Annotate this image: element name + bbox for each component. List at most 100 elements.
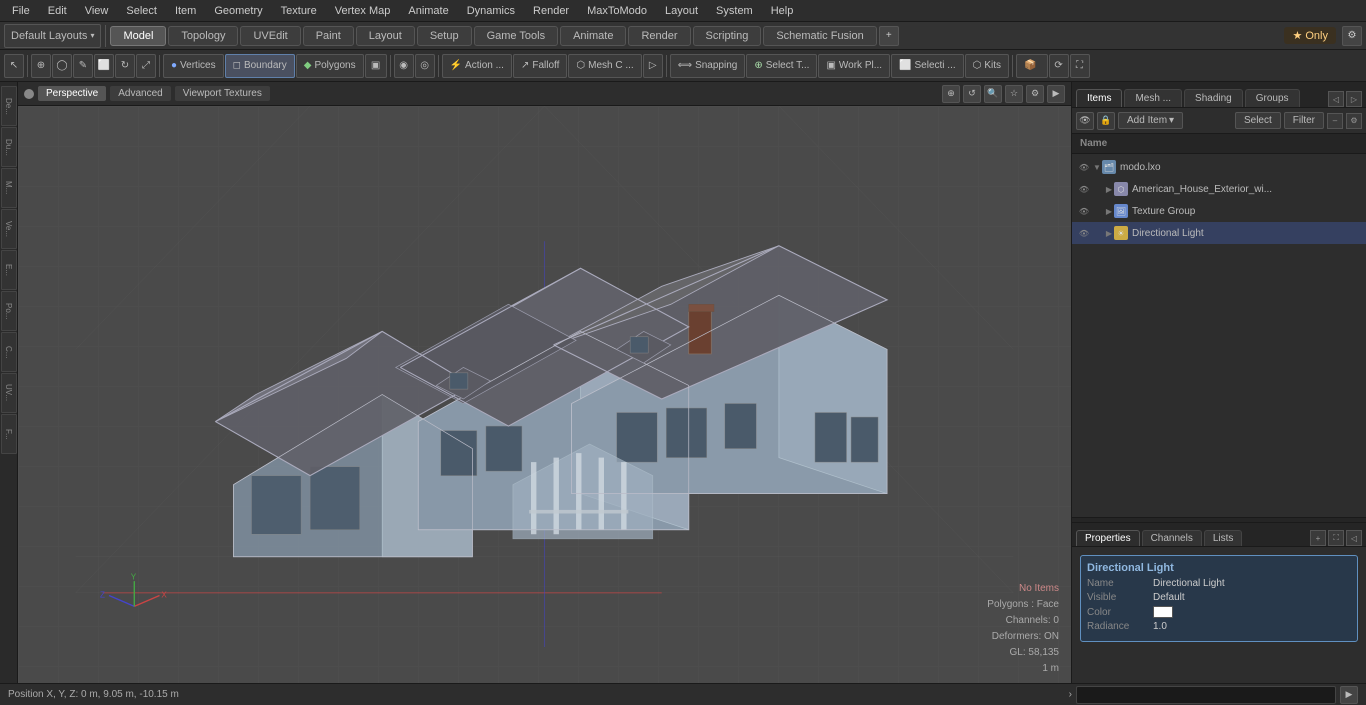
expand-icon[interactable]: ▶	[1104, 206, 1114, 216]
toolbar-settings-button[interactable]: ⚙	[1342, 26, 1362, 46]
tool-rotate[interactable]: ↻	[115, 54, 135, 78]
items-settings-button[interactable]: ⚙	[1346, 113, 1362, 129]
tool-world[interactable]: ⊕	[31, 54, 51, 78]
menu-render[interactable]: Render	[525, 3, 577, 19]
expand-icon[interactable]: ▼	[1092, 162, 1102, 172]
tool-select-arrow[interactable]: ↖	[4, 54, 24, 78]
items-lock-button[interactable]: 🔒	[1097, 112, 1115, 130]
tab-uvedit[interactable]: UVEdit	[240, 26, 300, 46]
tab-gametools[interactable]: Game Tools	[474, 26, 559, 46]
tool-fullscreen[interactable]: ⛶	[1070, 54, 1090, 78]
tool-pen[interactable]: ✎	[73, 54, 93, 78]
sidebar-item-du[interactable]: Du...	[1, 127, 17, 167]
eye-icon[interactable]: 👁	[1076, 225, 1092, 241]
viewport-tab-textures[interactable]: Viewport Textures	[175, 86, 270, 101]
expand-icon[interactable]: ▶	[1104, 228, 1114, 238]
prop-plus-button[interactable]: +	[1310, 530, 1326, 546]
menu-view[interactable]: View	[77, 3, 117, 19]
tool-circle[interactable]: ◯	[52, 54, 72, 78]
vp-settings-button[interactable]: ⚙	[1026, 85, 1044, 103]
viewport-3d[interactable]: X Z Y No Items Polygons : Face Channels:…	[18, 106, 1071, 683]
menu-file[interactable]: File	[4, 3, 38, 19]
viewport-tab-advanced[interactable]: Advanced	[110, 86, 170, 101]
tool-loop[interactable]: ◉	[394, 54, 414, 78]
tab-paint[interactable]: Paint	[303, 26, 354, 46]
tool-kits[interactable]: 📦	[1016, 54, 1047, 78]
items-eye-button[interactable]: 👁	[1076, 112, 1094, 130]
tool-workplane[interactable]: ⬜ Selecti ...	[891, 54, 964, 78]
sidebar-item-ve[interactable]: Ve...	[1, 209, 17, 249]
rpanel-expand-button[interactable]: ▷	[1346, 91, 1362, 107]
prop-collapse-button[interactable]: ◁	[1346, 530, 1362, 546]
items-minus-button[interactable]: –	[1327, 113, 1343, 129]
tab-schematicfusion[interactable]: Schematic Fusion	[763, 26, 876, 46]
tab-render[interactable]: Render	[628, 26, 690, 46]
prop-tab-channels[interactable]: Channels	[1142, 530, 1202, 546]
vp-refresh-button[interactable]: ↺	[963, 85, 981, 103]
tab-layout[interactable]: Layout	[356, 26, 415, 46]
sidebar-item-f[interactable]: F...	[1, 414, 17, 454]
rpanel-tab-shading[interactable]: Shading	[1184, 89, 1243, 107]
menu-vertexmap[interactable]: Vertex Map	[327, 3, 399, 19]
tree-item-light[interactable]: 👁 ▶ ☀ Directional Light	[1072, 222, 1366, 244]
menu-maxtomodo[interactable]: MaxToModo	[579, 3, 655, 19]
tool-play[interactable]: ▷	[643, 54, 663, 78]
prop-tab-properties[interactable]: Properties	[1076, 530, 1140, 546]
tool-items[interactable]: ▣	[365, 54, 387, 78]
add-item-button[interactable]: Add Item ▾	[1118, 112, 1183, 129]
tool-symmetry[interactable]: ⟺ Snapping	[670, 54, 746, 78]
vp-zoom-button[interactable]: 🔍	[984, 85, 1002, 103]
sidebar-item-uv[interactable]: UV...	[1, 373, 17, 413]
menu-geometry[interactable]: Geometry	[206, 3, 270, 19]
tab-scripting[interactable]: Scripting	[693, 26, 762, 46]
tree-item-modo[interactable]: 👁 ▼ 🗂 modo.lxo	[1072, 156, 1366, 178]
viewport-tab-perspective[interactable]: Perspective	[38, 86, 106, 101]
dl-color-swatch[interactable]	[1153, 606, 1173, 618]
select-button[interactable]: Select	[1235, 112, 1281, 129]
tool-polygons[interactable]: ◆ Polygons	[296, 54, 364, 78]
tool-selecti[interactable]: ⬡ Kits	[965, 54, 1009, 78]
menu-layout[interactable]: Layout	[657, 3, 706, 19]
expand-icon[interactable]: ▶	[1104, 184, 1114, 194]
menu-dynamics[interactable]: Dynamics	[459, 3, 523, 19]
tool-vertices[interactable]: ● Vertices	[163, 54, 224, 78]
add-tab-button[interactable]: +	[879, 26, 899, 46]
sidebar-item-e[interactable]: E...	[1, 250, 17, 290]
tool-falloff[interactable]: ↗ Falloff	[513, 54, 567, 78]
rpanel-tab-items[interactable]: Items	[1076, 89, 1122, 107]
viewport-dot[interactable]	[24, 89, 34, 99]
prop-expand-button[interactable]: ⛶	[1328, 530, 1344, 546]
tool-center[interactable]: ◎	[415, 54, 435, 78]
layout-dropdown[interactable]: Default Layouts ▾	[4, 24, 101, 48]
vp-maximize-button[interactable]: ⊕	[942, 85, 960, 103]
tool-box[interactable]: ⬜	[94, 54, 114, 78]
filter-button[interactable]: Filter	[1284, 112, 1324, 129]
tool-select-t[interactable]: ▣ Work Pl...	[818, 54, 890, 78]
tool-meshc[interactable]: ⬡ Mesh C ...	[568, 54, 641, 78]
vp-star-button[interactable]: ☆	[1005, 85, 1023, 103]
sidebar-item-c[interactable]: C...	[1, 332, 17, 372]
menu-select[interactable]: Select	[118, 3, 165, 19]
eye-icon[interactable]: 👁	[1076, 203, 1092, 219]
tool-snapping[interactable]: ⊕ Select T...	[746, 54, 817, 78]
command-input[interactable]	[1076, 686, 1336, 704]
eye-icon[interactable]: 👁	[1076, 181, 1092, 197]
tree-item-house[interactable]: 👁 ▶ ⬡ American_House_Exterior_wi...	[1072, 178, 1366, 200]
rpanel-tab-mesh[interactable]: Mesh ...	[1124, 89, 1182, 107]
menu-system[interactable]: System	[708, 3, 761, 19]
tab-setup[interactable]: Setup	[417, 26, 472, 46]
sidebar-item-m[interactable]: M...	[1, 168, 17, 208]
tool-scale[interactable]: ⤢	[136, 54, 156, 78]
menu-help[interactable]: Help	[763, 3, 802, 19]
menu-edit[interactable]: Edit	[40, 3, 75, 19]
rpanel-collapse-button[interactable]: ◁	[1328, 91, 1344, 107]
tool-action[interactable]: ⚡ Action ...	[442, 54, 512, 78]
eye-icon[interactable]: 👁	[1076, 159, 1092, 175]
sidebar-item-po[interactable]: Po...	[1, 291, 17, 331]
sidebar-item-de[interactable]: De...	[1, 86, 17, 126]
rpanel-tab-groups[interactable]: Groups	[1245, 89, 1300, 107]
tab-model[interactable]: Model	[110, 26, 166, 46]
tab-animate[interactable]: Animate	[560, 26, 626, 46]
menu-item[interactable]: Item	[167, 3, 204, 19]
tree-item-texture[interactable]: 👁 ▶ 🖼 Texture Group	[1072, 200, 1366, 222]
